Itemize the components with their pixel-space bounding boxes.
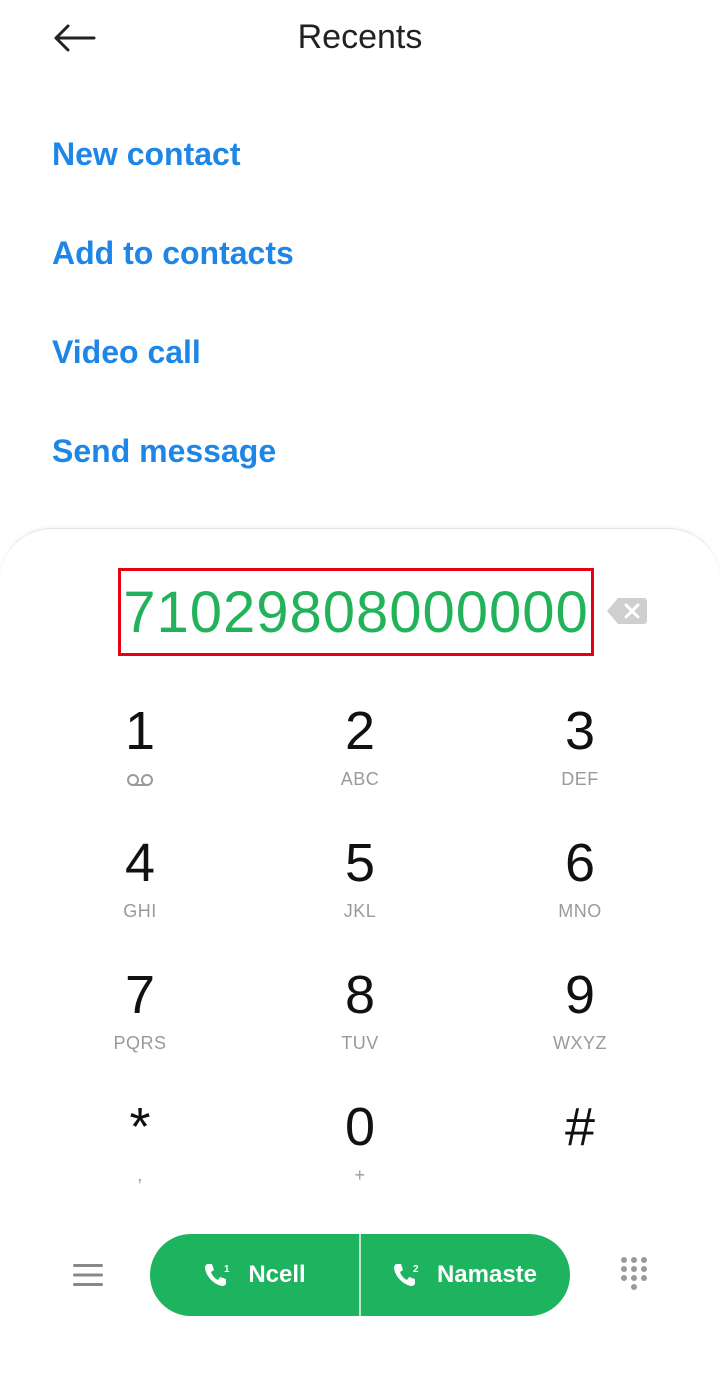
key-digit: 1 (124, 701, 156, 761)
backspace-button[interactable] (604, 593, 650, 629)
key-6[interactable]: 6 MNO (470, 831, 690, 951)
new-contact-button[interactable]: New contact (52, 120, 672, 219)
key-letters: , (137, 1165, 143, 1185)
svg-text:2: 2 (413, 1264, 419, 1275)
key-letters: + (354, 1165, 366, 1185)
key-letters: DEF (561, 769, 599, 789)
key-digit: 0 (344, 1097, 376, 1157)
call-buttons: 1 Ncell 2 Namaste (150, 1234, 570, 1316)
key-letters: GHI (123, 901, 157, 921)
backspace-icon (607, 598, 647, 624)
menu-icon (73, 1264, 103, 1286)
send-message-button[interactable]: Send message (52, 417, 672, 516)
key-9[interactable]: 9 WXYZ (470, 963, 690, 1083)
bottom-bar: 1 Ncell 2 Namaste (0, 1233, 720, 1317)
key-letters: MNO (558, 901, 602, 921)
dialpad-icon (621, 1257, 647, 1290)
phone-sim1-icon: 1 (204, 1262, 232, 1288)
key-digit: * (129, 1097, 151, 1157)
phone-sim2-icon: 2 (393, 1262, 421, 1288)
key-digit: 9 (564, 965, 596, 1025)
sim1-label: Ncell (248, 1261, 306, 1288)
key-letters: JKL (343, 901, 377, 921)
key-digit: # (564, 1097, 596, 1157)
key-0[interactable]: 0 + (250, 1095, 470, 1215)
sim2-label: Namaste (436, 1261, 538, 1288)
key-letters: TUV (341, 1033, 379, 1053)
video-call-button[interactable]: Video call (52, 318, 672, 417)
dial-panel: 71029808000000 1 2 ABC 3 DEF 4 GHI 5 JKL… (0, 528, 720, 1400)
key-digit: 7 (124, 965, 156, 1025)
key-digit: 6 (564, 833, 596, 893)
key-4[interactable]: 4 GHI (30, 831, 250, 951)
key-5[interactable]: 5 JKL (250, 831, 470, 951)
call-sim1-button[interactable]: 1 Ncell (150, 1234, 360, 1316)
action-list: New contact Add to contacts Video call S… (52, 120, 672, 516)
key-digit: 5 (344, 833, 376, 893)
key-3[interactable]: 3 DEF (470, 699, 690, 819)
dialed-number-field[interactable]: 71029808000000 (118, 568, 594, 656)
key-digit: 8 (344, 965, 376, 1025)
key-digit: 4 (124, 833, 156, 893)
key-8[interactable]: 8 TUV (250, 963, 470, 1083)
add-to-contacts-button[interactable]: Add to contacts (52, 219, 672, 318)
dialed-number: 71029808000000 (123, 579, 589, 645)
dialpad-toggle-button[interactable] (612, 1251, 656, 1295)
key-letters: WXYZ (553, 1033, 607, 1053)
key-hash[interactable]: # (470, 1095, 690, 1215)
key-star[interactable]: * , (30, 1095, 250, 1215)
call-sim2-button[interactable]: 2 Namaste (360, 1234, 570, 1316)
dialer-screen: Recents New contact Add to contacts Vide… (0, 0, 720, 1400)
menu-button[interactable] (64, 1255, 112, 1295)
page-title: Recents (297, 18, 423, 56)
voicemail-icon (127, 774, 153, 786)
key-1[interactable]: 1 (30, 699, 250, 819)
header: Recents (0, 0, 720, 84)
svg-text:1: 1 (224, 1264, 230, 1275)
key-digit: 3 (564, 701, 596, 761)
key-letters: ABC (340, 769, 380, 789)
key-letters: PQRS (113, 1033, 167, 1053)
key-7[interactable]: 7 PQRS (30, 963, 250, 1083)
key-2[interactable]: 2 ABC (250, 699, 470, 819)
key-digit: 2 (344, 701, 376, 761)
